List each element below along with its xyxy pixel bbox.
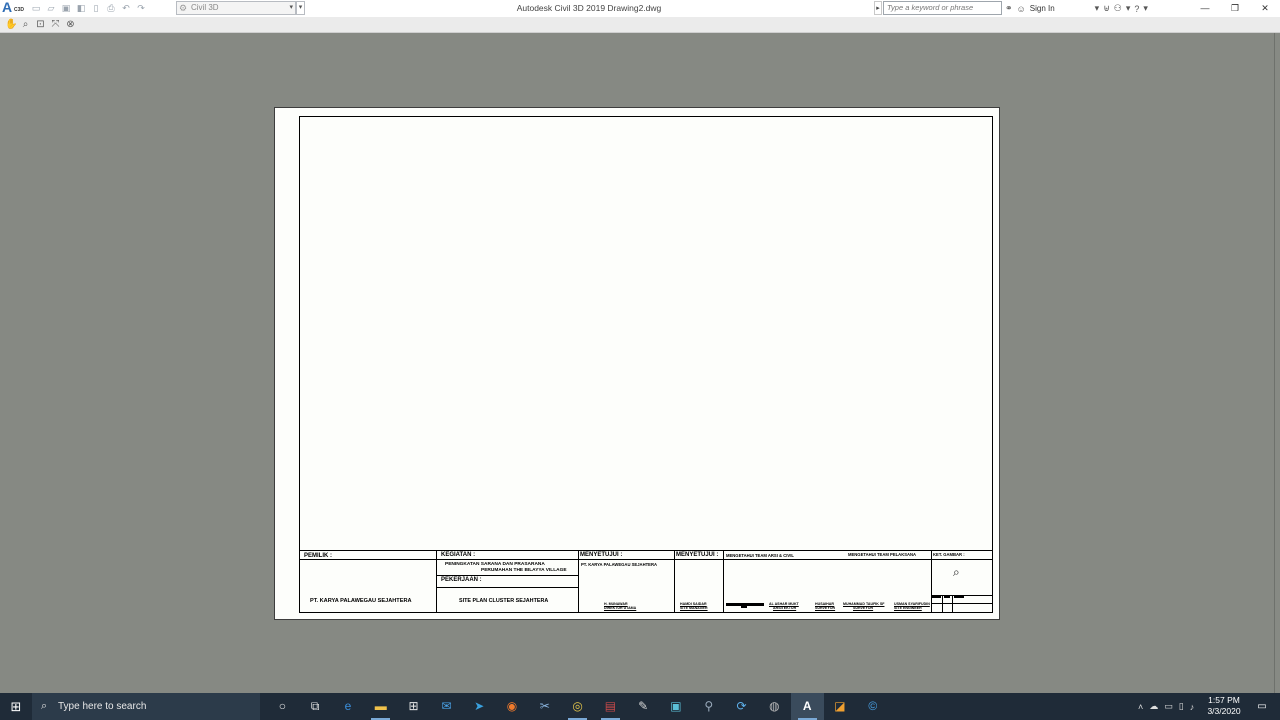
window-controls: — ❐ ✕ <box>1190 0 1280 17</box>
divider <box>436 551 437 613</box>
clock[interactable]: 1:57 PM 3/3/2020 <box>1204 695 1244 717</box>
chevron-down-icon[interactable]: ▾ <box>1095 3 1100 14</box>
autocad-icon[interactable]: A <box>790 693 824 720</box>
divider <box>436 587 578 588</box>
orange-app-icon[interactable]: ◪ <box>824 693 857 720</box>
restore-button[interactable]: ❐ <box>1220 0 1250 17</box>
paper-sheet: PEMILIK : PT. KARYA PALAWEGAU SEJAHTERA … <box>274 107 1000 620</box>
chevron-down-icon[interactable]: ▾ <box>1143 3 1148 14</box>
divider <box>578 551 579 613</box>
search-icon: ⌕ <box>41 700 48 712</box>
file-explorer-icon[interactable]: ▬ <box>364 693 397 720</box>
pekerjaan-value: SITE PLAN CLUSTER SEJAHTERA <box>459 598 549 604</box>
minimize-button[interactable]: — <box>1190 0 1220 17</box>
preview-toolbar: ✋ ⌕ ⊡ ⤧ ⊗ <box>0 17 1280 33</box>
kegiatan-label: KEGIATAN : <box>441 552 476 558</box>
scale-bar <box>932 596 941 598</box>
meeting-icon[interactable]: ▣ <box>660 693 693 720</box>
divider <box>674 551 675 613</box>
pemilik-label: PEMILIK : <box>304 553 332 559</box>
network-status-icon[interactable]: ▭ <box>1164 701 1173 712</box>
network-icon[interactable]: ⚲ <box>692 693 725 720</box>
kegiatan-line-1: PENINGKATAN SARANA DAN PRASARANA <box>445 562 545 567</box>
user-icon: ☺ <box>1016 3 1026 14</box>
vertical-scrollbar[interactable] <box>1274 33 1280 693</box>
chevron-up-icon[interactable]: ˄ <box>1138 702 1143 712</box>
help-search-input[interactable]: Type a keyword or phrase <box>883 1 1002 15</box>
telegram-icon[interactable]: ➤ <box>463 693 496 720</box>
globe-icon[interactable]: ◍ <box>758 693 791 720</box>
volume-icon[interactable]: ♪ <box>1190 702 1195 712</box>
winrar-icon[interactable]: ▤ <box>594 693 627 720</box>
infocenter-toolbar: ⚭ ☺ Sign In ▾ ⊎ ⚇ ▾ ? ▾ <box>1005 2 1148 15</box>
menyetujui-company: PT. KARYA PALAWEGAU SEJAHTERA <box>581 562 658 567</box>
cart-icon[interactable]: ⊎ <box>1103 3 1110 14</box>
mail-icon[interactable]: ✉ <box>430 693 463 720</box>
paint-icon[interactable]: ✎ <box>627 693 660 720</box>
ket-gambar-label: KET. GAMBAR : <box>933 552 965 557</box>
notification-icon[interactable]: ▭ <box>1250 693 1274 720</box>
signatory-role: SITE ENGINEER <box>894 606 922 610</box>
signatory-role: DIREKTUR UTAMA <box>604 606 637 610</box>
clock-date: 3/3/2020 <box>1207 706 1241 716</box>
drawing-border: PEMILIK : PT. KARYA PALAWEGAU SEJAHTERA … <box>299 116 993 613</box>
snipping-icon[interactable]: ✂ <box>528 693 561 720</box>
plot-preview-canvas[interactable]: PEMILIK : PT. KARYA PALAWEGAU SEJAHTERA … <box>0 33 1280 693</box>
redacted-signature <box>741 606 747 608</box>
divider <box>723 551 724 613</box>
cloud-icon[interactable]: ☁ <box>1149 701 1158 712</box>
zoom-extents-icon[interactable]: ⤧ <box>50 19 61 30</box>
power-icon[interactable]: ▯ <box>1179 701 1184 712</box>
firefox-icon[interactable]: ◉ <box>496 693 529 720</box>
zoom-cursor-icon: ⌕ <box>953 565 960 579</box>
cortana-icon[interactable]: ○ <box>266 693 299 720</box>
divider <box>952 595 953 613</box>
divider <box>300 559 992 560</box>
taskbar: ⊞ ⌕ Type here to search ○ ⧉ e ▬ ⊞ ✉ ➤ ◉ … <box>0 693 1280 720</box>
sign-in-link[interactable]: Sign In <box>1030 4 1055 13</box>
signatory-role: SURVEYOR <box>815 606 836 610</box>
title-block: PEMILIK : PT. KARYA PALAWEGAU SEJAHTERA … <box>300 550 992 613</box>
task-view-icon[interactable]: ⧉ <box>299 693 332 720</box>
signatory-role: SITE MANAGER <box>680 606 708 610</box>
menyetujui-label: MENYETUJUI : <box>676 552 719 558</box>
scale-bar <box>944 596 950 598</box>
kegiatan-line-2: PERUMAHAN THE BILAYYA VILLAGE <box>481 568 567 573</box>
sync-icon[interactable]: ⟳ <box>725 693 758 720</box>
signatory-role: ARSITEKTUR <box>773 606 797 610</box>
pemilik-name: PT. KARYA PALAWEGAU SEJAHTERA <box>310 598 412 604</box>
binoculars-icon[interactable]: ⚭ <box>1005 3 1013 14</box>
taskbar-search-placeholder: Type here to search <box>58 701 147 712</box>
mengetahui-pelaksana-label: MENGETAHUI TEAM PELAKSANA <box>848 552 917 557</box>
mengetahui-arsi-label: MENGETAHUI TEAM ARSI & CIVIL <box>726 553 794 558</box>
scale-bar <box>954 596 964 598</box>
taskbar-apps: ○ ⧉ e ▬ ⊞ ✉ ➤ ◉ ✂ ◎ ▤ ✎ ▣ ⚲ ⟳ ◍ A ◪ © <box>266 693 889 720</box>
windows-start-button[interactable]: ⊞ <box>0 693 32 720</box>
close-preview-icon[interactable]: ⊗ <box>65 19 76 30</box>
zoom-icon[interactable]: ⌕ <box>20 19 31 30</box>
edge-icon[interactable]: e <box>332 693 365 720</box>
taskbar-search[interactable]: ⌕ Type here to search <box>32 693 260 720</box>
menyetujui-label: MENYETUJUI : <box>580 552 623 558</box>
clock-time: 1:57 PM <box>1208 695 1240 705</box>
ccleaner-icon[interactable]: © <box>856 693 889 720</box>
store-icon[interactable]: ⊞ <box>397 693 430 720</box>
help-icon[interactable]: ? <box>1134 4 1139 14</box>
close-button[interactable]: ✕ <box>1250 0 1280 17</box>
system-tray: ˄ ☁ ▭ ▯ ♪ <box>1138 693 1194 720</box>
divider <box>436 575 578 576</box>
divider <box>942 595 943 613</box>
chrome-icon[interactable]: ◎ <box>561 693 594 720</box>
pekerjaan-label: PEKERJAAN : <box>441 577 482 583</box>
connect-icon[interactable]: ⚇ <box>1114 3 1122 14</box>
divider <box>931 603 992 604</box>
zoom-window-icon[interactable]: ⊡ <box>35 19 46 30</box>
chevron-down-icon[interactable]: ▾ <box>1126 3 1131 14</box>
signatory-role: SURVEYOR <box>853 606 874 610</box>
search-expand-icon[interactable]: ▸ <box>874 1 882 15</box>
pan-icon[interactable]: ✋ <box>5 19 17 30</box>
title-bar: A C3D ▭ ▱ ▣ ◧ ▯ ⎙ ↶ ↷ ⚙ Civil 3D ▾ ▾ Aut… <box>0 0 1280 17</box>
